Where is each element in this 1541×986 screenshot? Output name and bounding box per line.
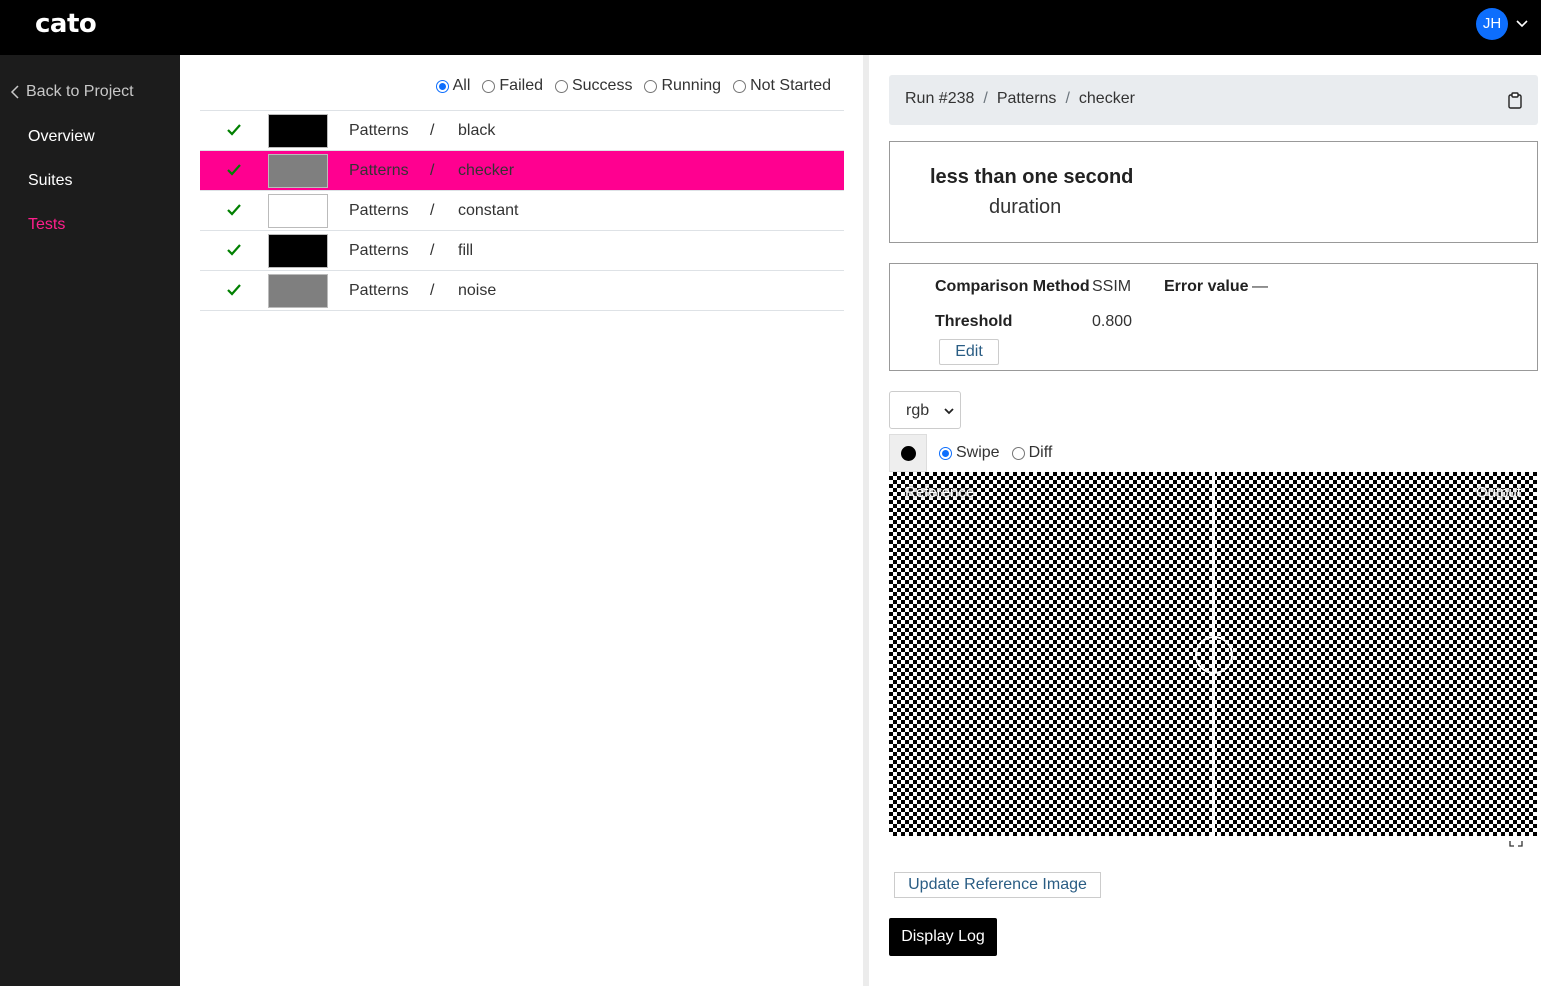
duration-card: less than one second duration	[889, 141, 1538, 243]
sidebar-item-suites[interactable]: Suites	[28, 172, 72, 190]
diff-label: Diff	[1028, 444, 1053, 461]
background-toggle-button[interactable]	[889, 434, 927, 472]
breadcrumb-separator: /	[983, 90, 988, 107]
filter-all-radio[interactable]	[435, 79, 449, 93]
user-avatar[interactable]: JH	[1476, 8, 1508, 40]
comparison-settings-card: Comparison Method SSIM Error value — Thr…	[889, 263, 1538, 371]
breadcrumb-separator: /	[1065, 90, 1070, 107]
filter-success[interactable]: Success	[554, 77, 633, 95]
filter-not-started-radio[interactable]	[733, 79, 747, 93]
breadcrumb-run[interactable]: Run #238	[905, 90, 974, 108]
test-suite: Patterns	[349, 162, 409, 179]
breadcrumb-suite[interactable]: Patterns	[997, 90, 1057, 108]
test-name: checker	[458, 162, 515, 179]
swipe-handle[interactable]	[1195, 636, 1233, 674]
diff-radio[interactable]	[1011, 446, 1025, 460]
path-separator: /	[430, 242, 435, 259]
test-suite: Patterns	[349, 242, 409, 259]
filter-running-radio[interactable]	[644, 79, 658, 93]
test-suite: Patterns	[349, 202, 409, 219]
filter-all[interactable]: All	[435, 77, 471, 95]
chevron-left-icon	[10, 85, 19, 99]
view-mode-diff[interactable]: Diff	[1011, 444, 1053, 462]
check-icon	[227, 164, 241, 176]
path-separator: /	[430, 162, 435, 179]
breadcrumb-test: checker	[1078, 90, 1135, 107]
duration-label: duration	[989, 196, 1062, 218]
display-log-button[interactable]: Display Log	[889, 918, 997, 956]
table-row[interactable]: Patterns / constant	[200, 191, 844, 231]
error-value-label: Error value	[1164, 278, 1249, 295]
back-to-project-label: Back to Project	[26, 83, 134, 100]
path-separator: /	[430, 122, 435, 139]
back-to-project-link[interactable]: Back to Project	[10, 83, 134, 101]
check-icon	[227, 124, 241, 136]
error-value: —	[1252, 278, 1268, 295]
test-table: Patterns / black Patterns / checker Patt…	[200, 110, 844, 311]
view-mode-radio-group: Swipe Diff	[939, 444, 1052, 462]
test-list-panel: All Failed Success Running Not Started P…	[180, 55, 863, 986]
sidebar-item-tests[interactable]: Tests	[28, 216, 65, 234]
clipboard-icon[interactable]	[1508, 92, 1522, 109]
filter-not-started-label: Not Started	[750, 77, 831, 94]
check-icon	[227, 284, 241, 296]
output-image-label: Output	[1475, 484, 1521, 501]
test-thumbnail	[268, 234, 328, 268]
top-bar: cato JH	[0, 0, 1541, 55]
check-icon	[227, 244, 241, 256]
channel-select[interactable]: rgb	[889, 391, 961, 429]
test-suite: Patterns	[349, 282, 409, 299]
filter-failed-radio[interactable]	[482, 79, 496, 93]
table-row[interactable]: Patterns / noise	[200, 271, 844, 311]
filter-failed[interactable]: Failed	[482, 77, 543, 95]
table-row[interactable]: Patterns / fill	[200, 231, 844, 271]
chevron-down-icon	[944, 408, 954, 415]
test-thumbnail	[268, 194, 328, 228]
edit-threshold-button[interactable]: Edit	[939, 339, 999, 365]
test-thumbnail	[268, 154, 328, 188]
filter-running-label: Running	[661, 77, 722, 94]
update-reference-image-button[interactable]: Update Reference Image	[894, 872, 1101, 898]
threshold-label: Threshold	[935, 313, 1013, 330]
test-name: constant	[458, 202, 519, 219]
test-thumbnail	[268, 274, 328, 308]
duration-value: less than one second	[930, 166, 1134, 188]
comparison-method-label: Comparison Method	[935, 278, 1090, 295]
comparison-method-value: SSIM	[1092, 278, 1132, 295]
sidebar-item-overview[interactable]: Overview	[28, 128, 95, 146]
filter-success-label: Success	[571, 77, 633, 94]
view-mode-swipe[interactable]: Swipe	[939, 444, 1000, 462]
fullscreen-icon[interactable]	[1509, 837, 1523, 847]
sidebar: Back to Project Overview Suites Tests	[0, 55, 180, 986]
channel-select-value: rgb	[906, 402, 930, 419]
path-separator: /	[430, 282, 435, 299]
filter-not-started[interactable]: Not Started	[733, 77, 831, 95]
circle-icon	[901, 446, 916, 461]
swipe-radio[interactable]	[939, 446, 952, 460]
image-comparison-viewer[interactable]: Reference Output	[889, 472, 1537, 836]
table-row[interactable]: Patterns / checker	[200, 151, 844, 191]
threshold-value: 0.800	[1092, 313, 1133, 330]
test-suite: Patterns	[349, 122, 409, 139]
filter-success-radio[interactable]	[554, 79, 568, 93]
swipe-label: Swipe	[956, 444, 1000, 461]
test-detail-panel: Run #238 / Patterns / checker less than …	[869, 55, 1541, 986]
breadcrumb: Run #238 / Patterns / checker	[889, 75, 1538, 125]
chevron-down-icon[interactable]	[1515, 18, 1529, 30]
path-separator: /	[430, 202, 435, 219]
filter-all-label: All	[452, 77, 471, 94]
table-row[interactable]: Patterns / black	[200, 111, 844, 151]
test-name: black	[458, 122, 496, 139]
reference-image-label: Reference	[905, 484, 975, 501]
test-thumbnail	[268, 114, 328, 148]
check-icon	[227, 204, 241, 216]
test-name: noise	[458, 282, 497, 299]
test-name: fill	[458, 242, 474, 259]
filter-running[interactable]: Running	[644, 77, 721, 95]
filter-failed-label: Failed	[499, 77, 543, 94]
status-filter: All Failed Success Running Not Started	[435, 77, 831, 95]
app-logo[interactable]: cato	[35, 9, 97, 39]
